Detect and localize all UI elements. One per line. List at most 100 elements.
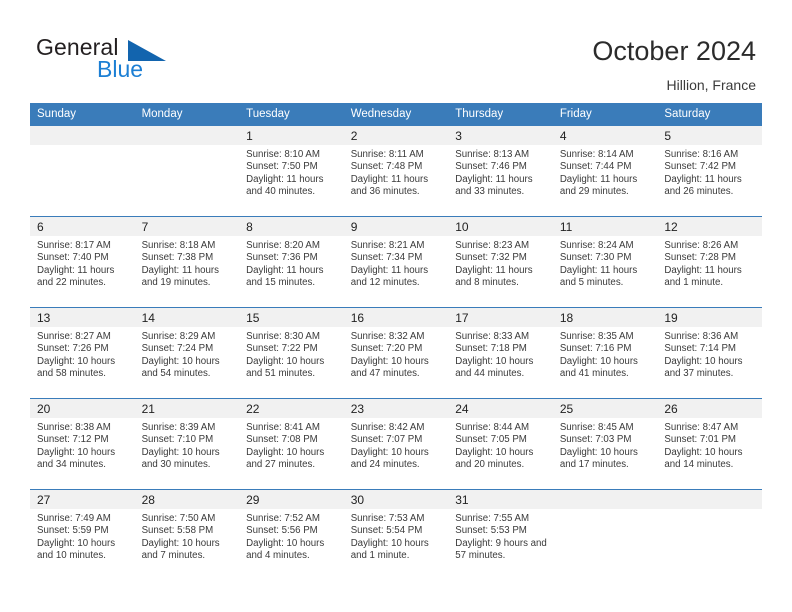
daylight-text: Daylight: 10 hours and 20 minutes. — [455, 446, 534, 471]
calendar-day-cell[interactable]: 5 Sunrise: 8:16 AM Sunset: 7:42 PM Daylight… — [657, 126, 762, 217]
sunrise-text: Sunrise: 8:20 AM — [246, 240, 320, 251]
calendar-page: General Blue October 2024 Hillion, Franc… — [0, 0, 792, 612]
daylight-text: Daylight: 11 hours and 29 minutes. — [559, 173, 638, 198]
calendar-day-cell[interactable]: 7 Sunrise: 8:18 AM Sunset: 7:38 PM Daylight… — [134, 216, 240, 308]
sun-info: Sunrise: 8:24 AM Sunset: 7:30 PM Daylight:… — [553, 236, 658, 289]
day-cell-content: 5 Sunrise: 8:16 AM Sunset: 7:42 PM Daylight… — [657, 126, 762, 216]
sunrise-text: Sunrise: 8:36 AM — [664, 331, 739, 342]
page-title: October 2024 — [592, 36, 756, 66]
weekday-header-wednesday: Wednesday — [343, 103, 449, 126]
day-number: 20 — [30, 399, 135, 418]
sunset-text: Sunset: 7:16 PM — [559, 343, 632, 355]
sun-info: Sunrise: 8:45 AM Sunset: 7:03 PM Daylight:… — [553, 418, 658, 471]
calendar-day-cell[interactable]: 23 Sunrise: 8:42 AM Sunset: 7:07 PM Dayligh… — [343, 398, 449, 490]
daylight-text: Daylight: 10 hours and 41 minutes. — [559, 355, 638, 380]
calendar-day-cell[interactable]: 26 Sunrise: 8:47 AM Sunset: 7:01 PM Dayligh… — [657, 398, 762, 490]
calendar-day-cell[interactable]: 21 Sunrise: 8:39 AM Sunset: 7:10 PM Dayligh… — [134, 398, 240, 490]
day-cell-content: 3 Sunrise: 8:13 AM Sunset: 7:46 PM Daylight… — [448, 126, 553, 216]
sunset-text: Sunset: 7:18 PM — [455, 343, 527, 355]
day-number: 7 — [134, 217, 240, 236]
calendar-day-cell[interactable]: 28 Sunrise: 7:50 AM Sunset: 5:58 PM Dayligh… — [134, 489, 240, 580]
sunset-text: Sunset: 7:14 PM — [664, 343, 736, 355]
sunset-text: Sunset: 7:32 PM — [455, 252, 527, 264]
day-cell-content: 28 Sunrise: 7:50 AM Sunset: 5:58 PM Dayligh… — [134, 490, 240, 580]
sunrise-text: Sunrise: 7:55 AM — [455, 513, 530, 524]
calendar-day-cell[interactable]: 1 Sunrise: 8:10 AM Sunset: 7:50 PM Daylight… — [239, 126, 344, 217]
sunrise-text: Sunrise: 8:33 AM — [455, 331, 530, 342]
sunrise-text: Sunrise: 7:53 AM — [350, 513, 425, 524]
calendar-day-cell[interactable]: 8 Sunrise: 8:20 AM Sunset: 7:36 PM Daylight… — [239, 216, 344, 308]
day-number: 12 — [657, 217, 762, 236]
calendar-day-cell[interactable]: 3 Sunrise: 8:13 AM Sunset: 7:46 PM Daylight… — [448, 126, 553, 217]
sunrise-text: Sunrise: 8:11 AM — [350, 149, 424, 160]
day-cell-content: 10 Sunrise: 8:23 AM Sunset: 7:32 PM Dayligh… — [448, 217, 553, 307]
daylight-text: Daylight: 11 hours and 40 minutes. — [246, 173, 324, 198]
daylight-text: Daylight: 11 hours and 33 minutes. — [455, 173, 533, 198]
sunset-text: Sunset: 7:24 PM — [141, 343, 214, 355]
day-cell-content: 4 Sunrise: 8:14 AM Sunset: 7:44 PM Daylight… — [552, 126, 658, 216]
sun-info: Sunrise: 8:10 AM Sunset: 7:50 PM Daylight:… — [239, 145, 344, 198]
day-number — [30, 126, 135, 145]
daylight-text: Daylight: 10 hours and 44 minutes. — [455, 355, 534, 380]
calendar-empty-cell — [134, 126, 240, 217]
calendar-day-cell[interactable]: 18 Sunrise: 8:35 AM Sunset: 7:16 PM Dayligh… — [552, 307, 658, 399]
calendar-day-cell[interactable]: 2 Sunrise: 8:11 AM Sunset: 7:48 PM Daylight… — [343, 126, 449, 217]
sun-info: Sunrise: 8:42 AM Sunset: 7:07 PM Daylight:… — [344, 418, 449, 471]
day-number: 24 — [448, 399, 553, 418]
calendar-day-cell[interactable]: 11 Sunrise: 8:24 AM Sunset: 7:30 PM Dayligh… — [552, 216, 658, 308]
calendar-day-cell[interactable]: 10 Sunrise: 8:23 AM Sunset: 7:32 PM Dayligh… — [448, 216, 553, 308]
calendar-day-cell[interactable]: 29 Sunrise: 7:52 AM Sunset: 5:56 PM Dayligh… — [239, 489, 344, 580]
calendar-day-cell[interactable]: 20 Sunrise: 8:38 AM Sunset: 7:12 PM Dayligh… — [30, 398, 135, 490]
sunrise-text: Sunrise: 8:14 AM — [559, 149, 634, 160]
daylight-text: Daylight: 10 hours and 37 minutes. — [664, 355, 743, 380]
day-number: 6 — [30, 217, 135, 236]
sun-info: Sunrise: 8:36 AM Sunset: 7:14 PM Daylight:… — [657, 327, 762, 380]
weekday-header-tuesday: Tuesday — [239, 103, 344, 126]
day-number: 13 — [30, 308, 135, 327]
calendar-week-row: 6 Sunrise: 8:17 AM Sunset: 7:40 PM Daylight… — [30, 216, 762, 308]
calendar-day-cell[interactable]: 4 Sunrise: 8:14 AM Sunset: 7:44 PM Daylight… — [552, 126, 658, 217]
calendar-day-cell[interactable]: 12 Sunrise: 8:26 AM Sunset: 7:28 PM Dayligh… — [657, 216, 762, 308]
calendar-day-cell[interactable]: 31 Sunrise: 7:55 AM Sunset: 5:53 PM Dayligh… — [448, 489, 553, 580]
sunrise-text: Sunrise: 8:42 AM — [350, 422, 425, 433]
calendar-day-cell[interactable]: 16 Sunrise: 8:32 AM Sunset: 7:20 PM Dayligh… — [343, 307, 449, 399]
sunset-text: Sunset: 7:48 PM — [350, 161, 423, 173]
calendar-header-row: Sunday Monday Tuesday Wednesday Thursday Frid… — [30, 103, 762, 126]
day-number: 8 — [239, 217, 344, 236]
calendar-day-cell[interactable]: 24 Sunrise: 8:44 AM Sunset: 7:05 PM Dayligh… — [448, 398, 553, 490]
sun-info: Sunrise: 8:35 AM Sunset: 7:16 PM Daylight:… — [553, 327, 658, 380]
calendar-day-cell[interactable]: 9 Sunrise: 8:21 AM Sunset: 7:34 PM Daylight… — [343, 216, 449, 308]
calendar-day-cell[interactable]: 13 Sunrise: 8:27 AM Sunset: 7:26 PM Dayligh… — [30, 307, 135, 399]
day-cell-content: 30 Sunrise: 7:53 AM Sunset: 5:54 PM Dayligh… — [343, 490, 449, 580]
day-cell-content: 12 Sunrise: 8:26 AM Sunset: 7:28 PM Dayligh… — [657, 217, 762, 307]
day-cell-content: 21 Sunrise: 8:39 AM Sunset: 7:10 PM Dayligh… — [134, 399, 240, 489]
sun-info: Sunrise: 8:39 AM Sunset: 7:10 PM Daylight:… — [135, 418, 240, 471]
daylight-text: Daylight: 10 hours and 34 minutes. — [37, 446, 116, 471]
calendar-day-cell[interactable]: 25 Sunrise: 8:45 AM Sunset: 7:03 PM Dayligh… — [552, 398, 658, 490]
day-cell-content: 15 Sunrise: 8:30 AM Sunset: 7:22 PM Dayligh… — [239, 308, 344, 398]
day-number: 4 — [552, 126, 658, 145]
weekday-header-sunday: Sunday — [30, 103, 135, 126]
calendar-grid: Sunday Monday Tuesday Wednesday Thursday Frid… — [30, 103, 762, 580]
calendar-day-cell[interactable]: 19 Sunrise: 8:36 AM Sunset: 7:14 PM Dayligh… — [657, 307, 762, 399]
calendar-day-cell[interactable]: 6 Sunrise: 8:17 AM Sunset: 7:40 PM Daylight… — [30, 216, 135, 308]
calendar-day-cell[interactable]: 14 Sunrise: 8:29 AM Sunset: 7:24 PM Dayligh… — [134, 307, 240, 399]
calendar-day-cell[interactable]: 22 Sunrise: 8:41 AM Sunset: 7:08 PM Dayligh… — [239, 398, 344, 490]
day-cell-content — [552, 490, 658, 580]
sunrise-text: Sunrise: 8:38 AM — [37, 422, 111, 433]
calendar-day-cell[interactable]: 15 Sunrise: 8:30 AM Sunset: 7:22 PM Dayligh… — [239, 307, 344, 399]
calendar-day-cell[interactable]: 30 Sunrise: 7:53 AM Sunset: 5:54 PM Dayligh… — [343, 489, 449, 580]
day-cell-content: 14 Sunrise: 8:29 AM Sunset: 7:24 PM Dayligh… — [134, 308, 240, 398]
day-number: 31 — [448, 490, 553, 509]
calendar-day-cell[interactable]: 17 Sunrise: 8:33 AM Sunset: 7:18 PM Dayligh… — [448, 307, 553, 399]
day-cell-content: 24 Sunrise: 8:44 AM Sunset: 7:05 PM Dayligh… — [448, 399, 553, 489]
day-number: 21 — [134, 399, 240, 418]
sunset-text: Sunset: 7:34 PM — [350, 252, 423, 264]
sun-info: Sunrise: 8:29 AM Sunset: 7:24 PM Daylight:… — [135, 327, 240, 380]
calendar-day-cell[interactable]: 27 Sunrise: 7:49 AM Sunset: 5:59 PM Dayligh… — [30, 489, 135, 580]
day-cell-content — [134, 126, 240, 216]
sun-info: Sunrise: 8:14 AM Sunset: 7:44 PM Daylight:… — [553, 145, 658, 198]
sunset-text: Sunset: 5:54 PM — [350, 525, 423, 537]
general-blue-logo[interactable]: General Blue — [36, 34, 216, 86]
day-number: 27 — [30, 490, 135, 509]
